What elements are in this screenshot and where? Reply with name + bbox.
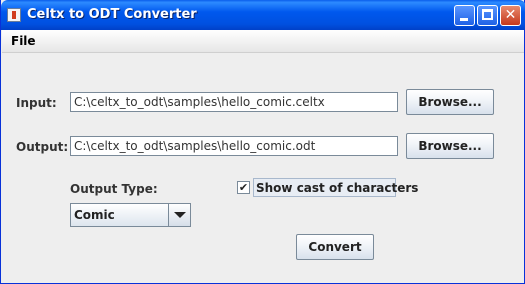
menu-bar: File [2,30,524,53]
minimize-icon [460,18,468,21]
convert-button[interactable]: Convert [296,234,374,260]
output-label: Output: [16,140,69,154]
app-window: Celtx to ODT Converter ✕ File Input: C:\… [0,0,525,284]
show-cast-label-box[interactable]: Show cast of characters [253,178,418,197]
close-icon: ✕ [504,7,517,23]
maximize-icon [482,9,493,20]
output-type-label: Output Type: [70,182,158,196]
window-title: Celtx to ODT Converter [27,7,197,22]
output-type-select[interactable]: Comic [70,203,191,227]
minimize-button[interactable] [454,5,475,26]
show-cast-checkbox[interactable]: ✔ [237,181,250,194]
input-path-field[interactable]: C:\celtx_to_odt\samples\hello_comic.celt… [70,92,398,112]
input-label: Input: [16,96,57,110]
input-browse-button[interactable]: Browse... [406,89,494,115]
output-browse-button[interactable]: Browse... [406,133,494,159]
output-path-field[interactable]: C:\celtx_to_odt\samples\hello_comic.odt [70,136,398,156]
menu-file[interactable]: File [11,34,36,48]
output-type-selected: Comic [74,208,115,222]
maximize-button[interactable] [477,5,498,26]
java-app-icon [7,8,21,22]
chevron-down-icon[interactable] [168,204,190,226]
show-cast-label: Show cast of characters [256,181,419,195]
title-bar[interactable]: Celtx to ODT Converter ✕ [1,0,525,30]
close-button[interactable]: ✕ [500,5,521,26]
